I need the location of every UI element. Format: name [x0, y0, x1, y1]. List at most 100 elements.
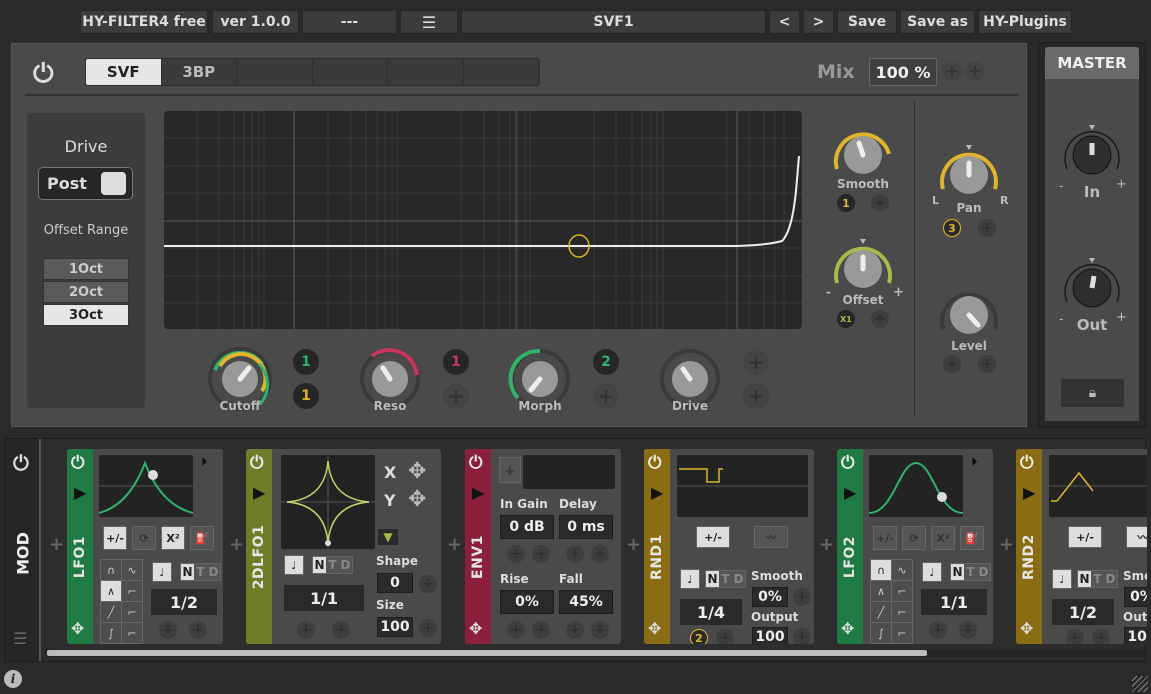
offset-mod-slot[interactable]: + [871, 310, 889, 328]
bipolar-toggle[interactable]: +/- [1068, 526, 1102, 548]
reso-mod-badge[interactable]: 1 [443, 349, 469, 375]
module-power-button[interactable]: ⏻ [841, 453, 854, 473]
size-mod-slot[interactable]: + [419, 619, 437, 637]
bipolar-toggle[interactable]: +/- [103, 526, 127, 550]
module-play-button[interactable]: ▶ [253, 483, 265, 502]
rate-mod-slot-2[interactable]: + [959, 621, 977, 639]
rate-value[interactable]: 1/1 [284, 585, 364, 611]
rate-mod-slot-1[interactable]: + [1066, 629, 1084, 644]
note-normal[interactable]: N [313, 557, 326, 573]
retrigger-button[interactable]: ⏵ [971, 455, 978, 470]
note-triplet[interactable]: T [719, 571, 732, 587]
shape-value[interactable]: 0 [377, 573, 413, 593]
sync-toggle[interactable]: ♩ [284, 555, 304, 575]
tab-empty-3[interactable] [237, 59, 313, 85]
note-normal[interactable]: N [181, 564, 194, 580]
rate-mod-slot-2[interactable]: + [332, 621, 350, 639]
fall-mod-slot-2[interactable]: + [591, 621, 609, 639]
rate-mod-slot-1[interactable]: + [159, 621, 177, 639]
smooth-mode-toggle[interactable]: 〰 [1126, 526, 1147, 548]
module-power-button[interactable]: ⏻ [71, 453, 84, 473]
offset-knob[interactable] [828, 235, 898, 301]
offset-range-2oct[interactable]: 2Oct [43, 281, 129, 303]
shape-curve[interactable]: ∫ [871, 623, 891, 643]
tab-empty-6[interactable] [464, 59, 540, 85]
smooth-mod-badge[interactable]: 1 [837, 194, 855, 212]
preset-name[interactable]: SVF1 [461, 10, 766, 34]
in-gain-mod-slot-1[interactable]: + [507, 545, 525, 563]
shape-noise[interactable]: ∿ [122, 560, 142, 580]
shape-steps-fine[interactable]: ⌐ [892, 623, 912, 643]
offset-range-3oct[interactable]: 3Oct [43, 304, 129, 326]
tab-empty-5[interactable] [388, 59, 464, 85]
sync-toggle[interactable]: ♩ [680, 569, 700, 589]
sync-toggle[interactable]: ♩ [1052, 569, 1072, 589]
tab-empty-4[interactable] [313, 59, 388, 85]
module-power-button[interactable]: ⏻ [250, 453, 263, 473]
shape-triangle[interactable]: ∧ [101, 581, 121, 601]
mix-value[interactable]: 100 % [869, 58, 937, 86]
mod-scrollbar-thumb[interactable] [47, 650, 927, 656]
smooth-value[interactable]: 0% [752, 587, 788, 607]
plugin-name-button[interactable]: HY-FILTER4 free [80, 10, 208, 34]
rate-value[interactable]: 1/2 [1052, 599, 1114, 625]
delay-value[interactable]: 0 ms [559, 515, 613, 539]
rate-mod-slot-2[interactable]: + [189, 621, 207, 639]
square-toggle[interactable]: X² [161, 526, 185, 550]
smooth-mod-slot[interactable]: + [793, 588, 811, 606]
fall-mod-slot-1[interactable]: + [566, 621, 584, 639]
fuel-toggle[interactable]: ⛽ [190, 526, 214, 550]
sidechain-toggle[interactable]: ⏚ [499, 457, 521, 483]
cutoff-mod-badge-rnd[interactable]: 1 [293, 383, 319, 409]
in-gain-value[interactable]: 0 dB [500, 515, 554, 539]
add-module-button[interactable]: + [229, 534, 244, 555]
x-drag-handle[interactable]: ✥ [408, 459, 426, 484]
drive-mod-slot-1[interactable]: + [743, 349, 769, 375]
module-power-button[interactable]: ⏻ [648, 453, 661, 473]
rate-value[interactable]: 1/4 [680, 599, 742, 625]
sync-toggle[interactable]: ♩ [922, 562, 942, 582]
morph-mod-slot[interactable]: + [593, 383, 619, 409]
sync-toggle[interactable]: ♩ [152, 562, 172, 582]
smooth-mod-slot[interactable]: + [871, 194, 889, 212]
drive-mode-toggle[interactable]: Post [38, 167, 133, 200]
filter-power-button[interactable]: ⏻ [33, 59, 54, 90]
module-power-button[interactable]: ⏻ [469, 453, 482, 473]
add-module-button[interactable]: + [626, 534, 641, 555]
add-module-button[interactable]: + [819, 534, 834, 555]
menu-button[interactable]: ☰ [400, 10, 458, 34]
module-play-button[interactable]: ▶ [472, 483, 484, 502]
hy-plugins-button[interactable]: HY-Plugins [978, 10, 1072, 34]
rate-mod-slot-2[interactable]: + [1092, 629, 1110, 644]
add-module-button[interactable]: + [999, 534, 1014, 555]
module-drag-handle[interactable]: ✥ [469, 619, 482, 638]
module-drag-handle[interactable]: ✥ [71, 619, 84, 638]
loop-toggle[interactable]: ⟳ [902, 526, 926, 550]
module-play-button[interactable]: ▶ [1023, 483, 1035, 502]
offset-range-1oct[interactable]: 1Oct [43, 258, 129, 280]
mix-mod-slot-1[interactable]: + [942, 61, 962, 81]
fuel-toggle[interactable]: ⛽ [960, 526, 984, 550]
tab-svf[interactable]: SVF [86, 59, 162, 85]
shape-mod-slot[interactable]: + [419, 575, 437, 593]
note-triplet[interactable]: T [194, 564, 207, 580]
mod-menu-button[interactable]: ☰ [13, 629, 27, 648]
smooth-mode-toggle[interactable]: 〰 [754, 526, 788, 548]
reso-mod-slot[interactable]: + [443, 383, 469, 409]
shape-square[interactable]: ⌐ [892, 581, 912, 601]
tab-3bp[interactable]: 3BP [162, 59, 237, 85]
rise-mod-slot-1[interactable]: + [507, 621, 525, 639]
module-play-button[interactable]: ▶ [844, 483, 856, 502]
shape-steps-fine[interactable]: ⌐ [122, 623, 142, 643]
offset-mod-badge[interactable]: X1 [837, 310, 855, 328]
prev-preset-button[interactable]: < [769, 10, 800, 34]
rate-mod-slot-1[interactable]: + [929, 621, 947, 639]
note-normal[interactable]: N [1078, 571, 1091, 587]
note-dotted[interactable]: D [732, 571, 745, 587]
module-drag-handle[interactable]: ✥ [1020, 619, 1033, 638]
next-preset-button[interactable]: > [803, 10, 834, 34]
note-dotted[interactable]: D [339, 557, 352, 573]
rate-mod-slot-1[interactable]: + [297, 621, 315, 639]
note-normal[interactable]: N [951, 564, 964, 580]
shape-steps[interactable]: ⌐ [122, 602, 142, 622]
